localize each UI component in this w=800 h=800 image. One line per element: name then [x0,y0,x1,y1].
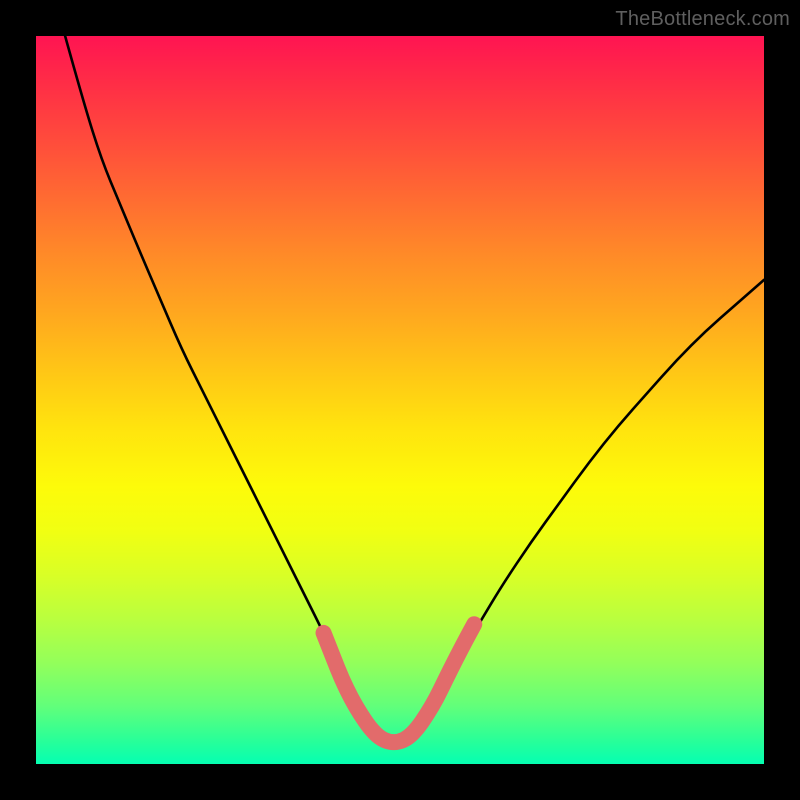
chart-svg [36,36,764,764]
bottleneck-curve [65,36,764,742]
watermark-text: TheBottleneck.com [615,8,790,31]
plot-area [36,36,764,764]
chart-frame: TheBottleneck.com [0,0,800,800]
valley-highlight [324,624,475,742]
